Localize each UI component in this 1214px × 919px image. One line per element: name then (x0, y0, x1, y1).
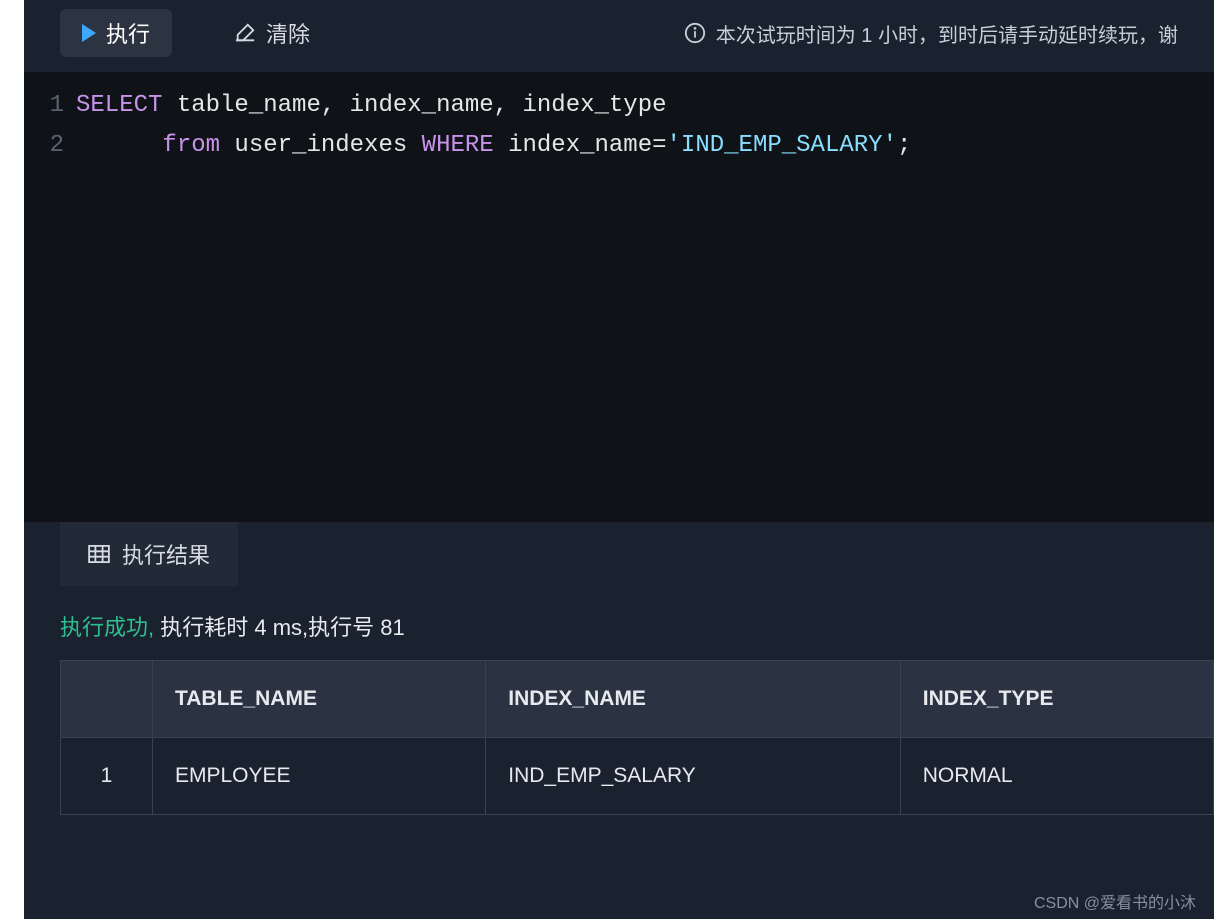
table-icon (88, 545, 110, 563)
run-button-label: 执行 (106, 17, 150, 49)
sql-editor-app: 执行 清除 本次试玩时间为 1 小时，到时后请手动延时续玩，谢 12 SELEC… (24, 0, 1214, 919)
table-row[interactable]: 1EMPLOYEEIND_EMP_SALARYNORMAL (61, 738, 1214, 815)
toolbar: 执行 清除 本次试玩时间为 1 小时，到时后请手动延时续玩，谢 (24, 0, 1214, 72)
table-cell: IND_EMP_SALARY (486, 738, 901, 815)
info-icon (684, 22, 706, 44)
table-body: 1EMPLOYEEIND_EMP_SALARYNORMAL (61, 738, 1214, 815)
watermark: CSDN @爱看书的小沐 (1034, 889, 1196, 913)
execution-status: 执行成功, 执行耗时 4 ms,执行号 81 (24, 586, 1214, 660)
row-number-header (61, 661, 153, 738)
tab-results-label: 执行结果 (122, 538, 210, 570)
play-icon (82, 24, 96, 42)
trial-notice-text: 本次试玩时间为 1 小时，到时后请手动延时续玩，谢 (716, 19, 1178, 48)
eraser-icon (234, 22, 256, 44)
column-header[interactable]: INDEX_NAME (486, 661, 901, 738)
clear-button[interactable]: 清除 (212, 9, 332, 57)
table-cell: EMPLOYEE (153, 738, 486, 815)
status-detail: 执行耗时 4 ms,执行号 81 (154, 615, 405, 640)
column-header[interactable]: TABLE_NAME (153, 661, 486, 738)
line-number-gutter: 12 (24, 86, 76, 522)
table-cell: NORMAL (900, 738, 1213, 815)
status-success: 执行成功, (60, 615, 154, 640)
results-table: TABLE_NAMEINDEX_NAMEINDEX_TYPE 1EMPLOYEE… (60, 660, 1214, 815)
clear-button-label: 清除 (266, 17, 310, 49)
row-number-cell: 1 (61, 738, 153, 815)
column-header[interactable]: INDEX_TYPE (900, 661, 1213, 738)
results-panel: TABLE_NAMEINDEX_NAMEINDEX_TYPE 1EMPLOYEE… (24, 660, 1214, 815)
tab-results[interactable]: 执行结果 (60, 522, 238, 586)
run-button[interactable]: 执行 (60, 9, 172, 57)
code-editor[interactable]: 12 SELECT table_name, index_name, index_… (24, 72, 1214, 522)
table-header-row: TABLE_NAMEINDEX_NAMEINDEX_TYPE (61, 661, 1214, 738)
trial-notice: 本次试玩时间为 1 小时，到时后请手动延时续玩，谢 (684, 19, 1178, 48)
results-tabbar: 执行结果 (24, 522, 1214, 586)
code-content[interactable]: SELECT table_name, index_name, index_typ… (76, 86, 1214, 522)
